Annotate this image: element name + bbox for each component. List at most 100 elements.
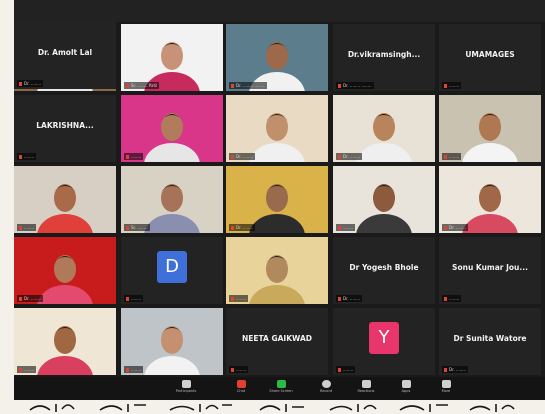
muted-mic-icon xyxy=(444,84,447,88)
participant-tile[interactable]: Dr. ........ xyxy=(14,237,116,304)
toolbar-button-label: Share Screen xyxy=(269,389,293,393)
participant-display-name: Dr.vikramsingh... xyxy=(347,50,421,59)
participant-display-name: NEETA GAIKWAD xyxy=(241,334,312,343)
gallery-grid: Sr. ........ Patil Dr. ........ ........ D… xyxy=(14,22,545,377)
reactions-button[interactable]: Reactions xyxy=(354,380,378,398)
participant-tile[interactable]: UMAMAGES........ xyxy=(439,24,541,91)
participant-name-label: Dr. ........ ........ xyxy=(229,82,267,89)
more-button[interactable]: More xyxy=(434,380,458,398)
toolbar-button-label: Participants xyxy=(175,389,197,393)
record-button[interactable]: Record xyxy=(314,380,338,398)
participant-name-label: ........ xyxy=(17,366,37,373)
participant-tile[interactable]: ........ xyxy=(121,95,223,162)
muted-mic-icon xyxy=(19,297,22,301)
muted-mic-icon xyxy=(444,155,447,159)
participant-avatar: D xyxy=(157,251,187,283)
participant-video xyxy=(121,95,223,162)
muted-mic-icon xyxy=(338,368,341,372)
participant-tile[interactable]: Dr Sunita Watore Dr. ........ xyxy=(439,308,541,375)
participant-tile[interactable]: ........ xyxy=(226,237,328,304)
muted-mic-icon xyxy=(19,155,22,159)
participant-video xyxy=(14,308,116,375)
participant-video xyxy=(333,166,435,233)
reactions-icon xyxy=(361,380,371,388)
participant-display-name: Dr Yogesh Bhole xyxy=(349,263,419,272)
participant-video xyxy=(226,166,328,233)
participant-video xyxy=(226,237,328,304)
participant-video xyxy=(121,308,223,375)
apps-icon xyxy=(401,380,411,388)
participant-video xyxy=(14,237,116,304)
participant-name-label: ........ xyxy=(17,153,37,160)
participant-tile[interactable]: ........ xyxy=(14,308,116,375)
muted-mic-icon xyxy=(338,84,341,88)
muted-mic-icon xyxy=(338,226,341,230)
participant-tile[interactable]: Dr. ........ xyxy=(439,166,541,233)
participant-tile[interactable]: ........ xyxy=(121,308,223,375)
participant-tile[interactable]: Y........ xyxy=(333,308,435,375)
participant-tile[interactable]: Dr. ........ xyxy=(226,166,328,233)
participant-tile[interactable]: Dr. ........ xyxy=(333,95,435,162)
muted-mic-icon xyxy=(126,226,129,230)
muted-mic-icon xyxy=(231,297,234,301)
muted-mic-icon xyxy=(231,226,234,230)
share-screen-icon xyxy=(276,380,286,388)
participant-tile[interactable]: Dr. Amolt Lal Dr. ........ xyxy=(14,22,116,89)
muted-mic-icon xyxy=(338,155,341,159)
muted-mic-icon xyxy=(231,84,234,88)
muted-mic-icon xyxy=(19,226,22,230)
toolbar-button-label: More xyxy=(441,389,451,393)
participant-video xyxy=(439,166,541,233)
participant-tile[interactable]: ........ xyxy=(333,166,435,233)
participant-video xyxy=(226,24,328,91)
participant-tile[interactable]: ........ xyxy=(14,166,116,233)
participant-video xyxy=(439,95,541,162)
participant-tile[interactable]: D........ xyxy=(121,237,223,304)
toolbar-button-label: Chat xyxy=(236,389,246,393)
toolbar-button-label: Record xyxy=(319,389,333,393)
participant-name-label: ........ xyxy=(336,366,356,373)
participant-name-label: Dr. ........ xyxy=(17,80,44,87)
muted-mic-icon xyxy=(231,155,234,159)
share-screen-button[interactable]: Share Screen xyxy=(269,380,293,398)
participant-tile[interactable]: Dr.vikramsingh... Dr. ........ ........ xyxy=(333,24,435,91)
apps-button[interactable]: Apps xyxy=(394,380,418,398)
toolbar-button-label: Reactions xyxy=(357,389,375,393)
participant-display-name: Dr. Amolt Lal xyxy=(37,48,93,57)
participant-tile[interactable]: Sr. ........ Patil xyxy=(121,24,223,91)
muted-mic-icon xyxy=(126,155,129,159)
muted-mic-icon xyxy=(231,368,234,372)
participants-button[interactable]: Participants xyxy=(174,380,198,398)
participant-name-label: ........ xyxy=(124,153,144,160)
participant-video xyxy=(14,166,116,233)
more-icon xyxy=(441,380,451,388)
participant-tile[interactable]: Sr. ........ xyxy=(121,166,223,233)
participant-tile[interactable]: ........ xyxy=(439,95,541,162)
muted-mic-icon xyxy=(126,84,129,88)
participant-video xyxy=(121,24,223,91)
participant-tile[interactable]: NEETA GAIKWAD........ xyxy=(226,308,328,375)
participant-tile[interactable]: Dr Yogesh Bhole Dr. ........ xyxy=(333,237,435,304)
caption-strip xyxy=(29,404,515,412)
participant-tile[interactable]: Dr. ........ ........ xyxy=(226,24,328,91)
toolbar-button-label: Apps xyxy=(401,389,411,393)
participant-video xyxy=(121,166,223,233)
muted-mic-icon xyxy=(444,297,447,301)
participant-video xyxy=(333,95,435,162)
participant-name-label: ........ xyxy=(442,153,462,160)
record-icon xyxy=(321,380,331,388)
muted-mic-icon xyxy=(19,82,22,86)
participant-name-label: Dr. ........ xyxy=(229,224,256,231)
participant-name-label: ........ xyxy=(229,366,249,373)
participant-tile[interactable]: Dr. ........ xyxy=(226,95,328,162)
chat-icon xyxy=(236,380,246,388)
participant-tile[interactable]: Sonu Kumar Jou........... xyxy=(439,237,541,304)
meeting-top-bar xyxy=(14,0,545,22)
participant-name-label: ........ xyxy=(124,366,144,373)
participant-tile[interactable]: LAKRISHNA........... xyxy=(14,95,116,162)
participant-name-label: Dr. ........ xyxy=(442,224,469,231)
participant-name-label: Dr. ........ xyxy=(336,295,363,302)
chat-button[interactable]: Chat xyxy=(229,380,253,398)
participant-display-name: LAKRISHNA... xyxy=(36,121,94,130)
participant-display-name: Dr Sunita Watore xyxy=(453,334,527,343)
